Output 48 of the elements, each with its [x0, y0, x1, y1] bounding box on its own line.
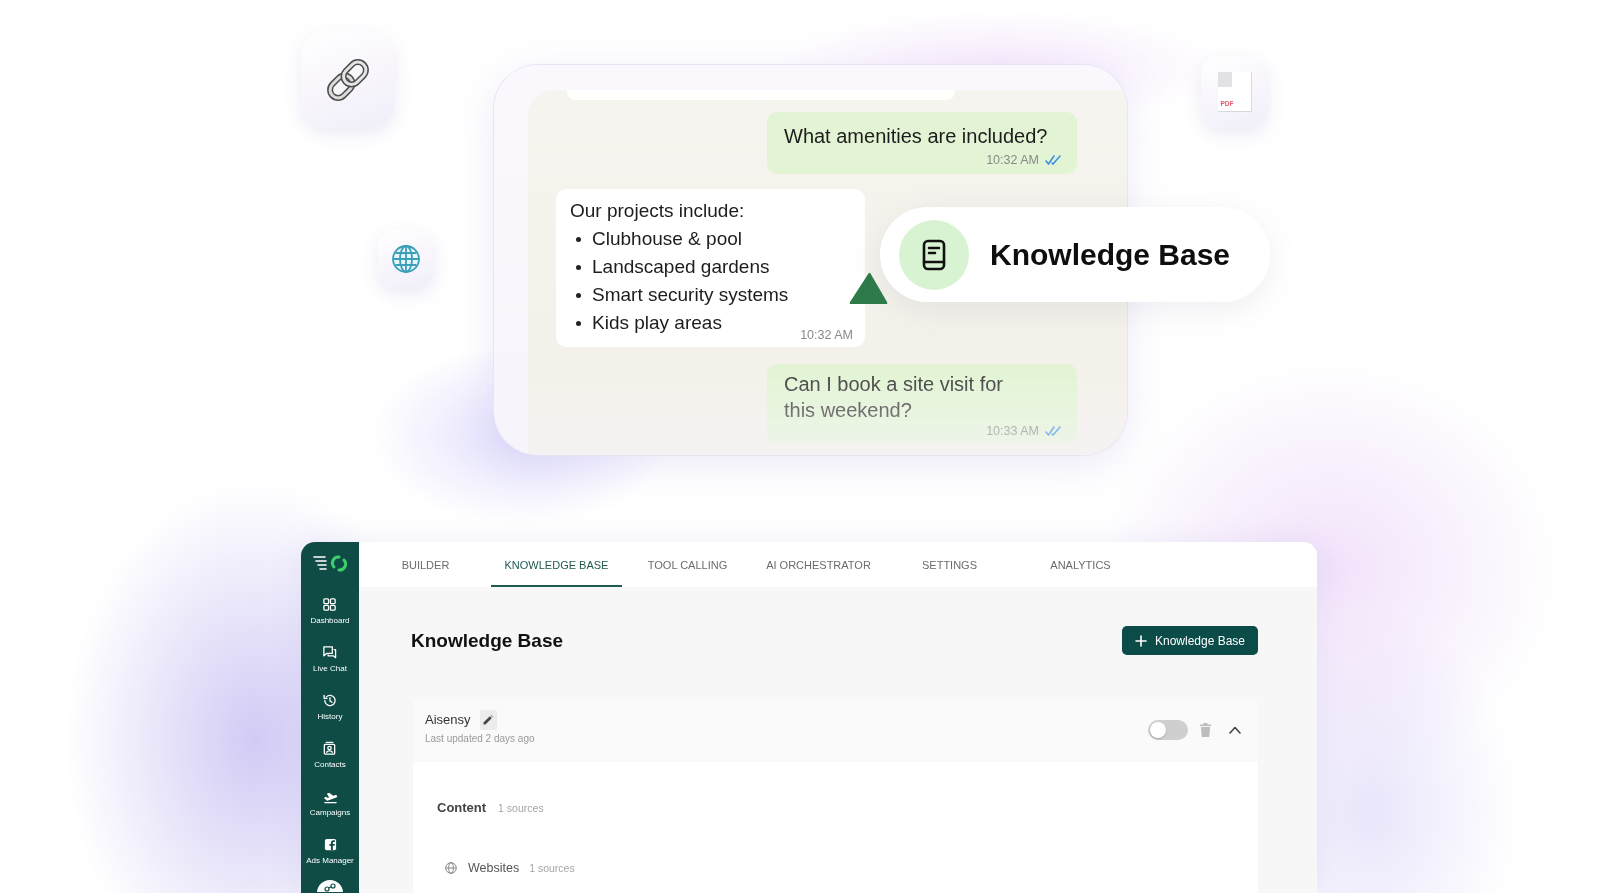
- list-item-text: Kids play areas: [592, 311, 722, 335]
- tab[interactable]: TOOL CALLING: [622, 542, 753, 587]
- bullet-icon: [576, 292, 581, 298]
- sidebar-item[interactable]: Ads Manager: [306, 837, 354, 866]
- sidebar-item[interactable]: Campaigns: [309, 789, 351, 818]
- plus-icon: [1134, 634, 1147, 647]
- message-text: Can I book a site visit for this weekend?: [784, 372, 1004, 423]
- list-item-text: Clubhouse & pool: [592, 227, 742, 251]
- feature-title: Knowledge Base: [990, 237, 1231, 273]
- list-item-text: Smart security systems: [592, 283, 789, 307]
- contact-card-icon: [322, 741, 338, 756]
- sidebar-item[interactable]: Contacts: [314, 741, 346, 770]
- bullet-icon: [576, 264, 581, 270]
- message-time: 10:32 AM: [800, 327, 853, 343]
- knowledge-base-name: Aisensy: [425, 711, 471, 730]
- list-item-text: Landscaped gardens: [592, 255, 770, 279]
- chat-icon: [322, 645, 338, 660]
- last-updated-text: Last updated 2 days ago: [425, 733, 535, 745]
- logo-icon: [313, 555, 347, 572]
- toggle-switch[interactable]: [1148, 720, 1188, 740]
- edit-button[interactable]: [479, 710, 497, 730]
- source-count: 1 sources: [529, 861, 575, 876]
- add-knowledge-base-button[interactable]: Knowledge Base: [1122, 626, 1258, 655]
- section-label: Content: [437, 800, 487, 816]
- tab[interactable]: ANALYTICS: [1015, 542, 1146, 587]
- tab[interactable]: BUILDER: [360, 542, 491, 587]
- globe-icon: [445, 862, 457, 874]
- bullet-icon: [576, 320, 581, 326]
- sidebar-item[interactable]: History: [317, 693, 343, 722]
- square-f-icon: [322, 837, 338, 852]
- message-text: Our projects include:: [570, 199, 746, 223]
- message-time: 10:32 AM: [986, 152, 1039, 168]
- connected-nodes-icon[interactable]: [316, 879, 344, 892]
- message-text: What amenities are included?: [784, 124, 1049, 148]
- triangle-icon: [849, 272, 888, 304]
- source-type-label: Websites: [468, 860, 520, 876]
- sidebar-item[interactable]: Live Chat: [313, 645, 347, 674]
- bullet-icon: [576, 236, 581, 242]
- history-icon: [322, 693, 338, 708]
- page-title: Knowledge Base: [411, 628, 564, 653]
- chevron-up-icon[interactable]: [1229, 726, 1241, 734]
- tab[interactable]: AI ORCHESTRATOR: [753, 542, 884, 587]
- grid-icon: [322, 597, 338, 612]
- message-time: 10:33 AM: [986, 423, 1039, 439]
- sidebar-item[interactable]: Dashboard: [310, 597, 350, 626]
- pencil-icon: [483, 715, 494, 725]
- tab[interactable]: SETTINGS: [884, 542, 1015, 587]
- source-count: 1 sources: [498, 801, 544, 816]
